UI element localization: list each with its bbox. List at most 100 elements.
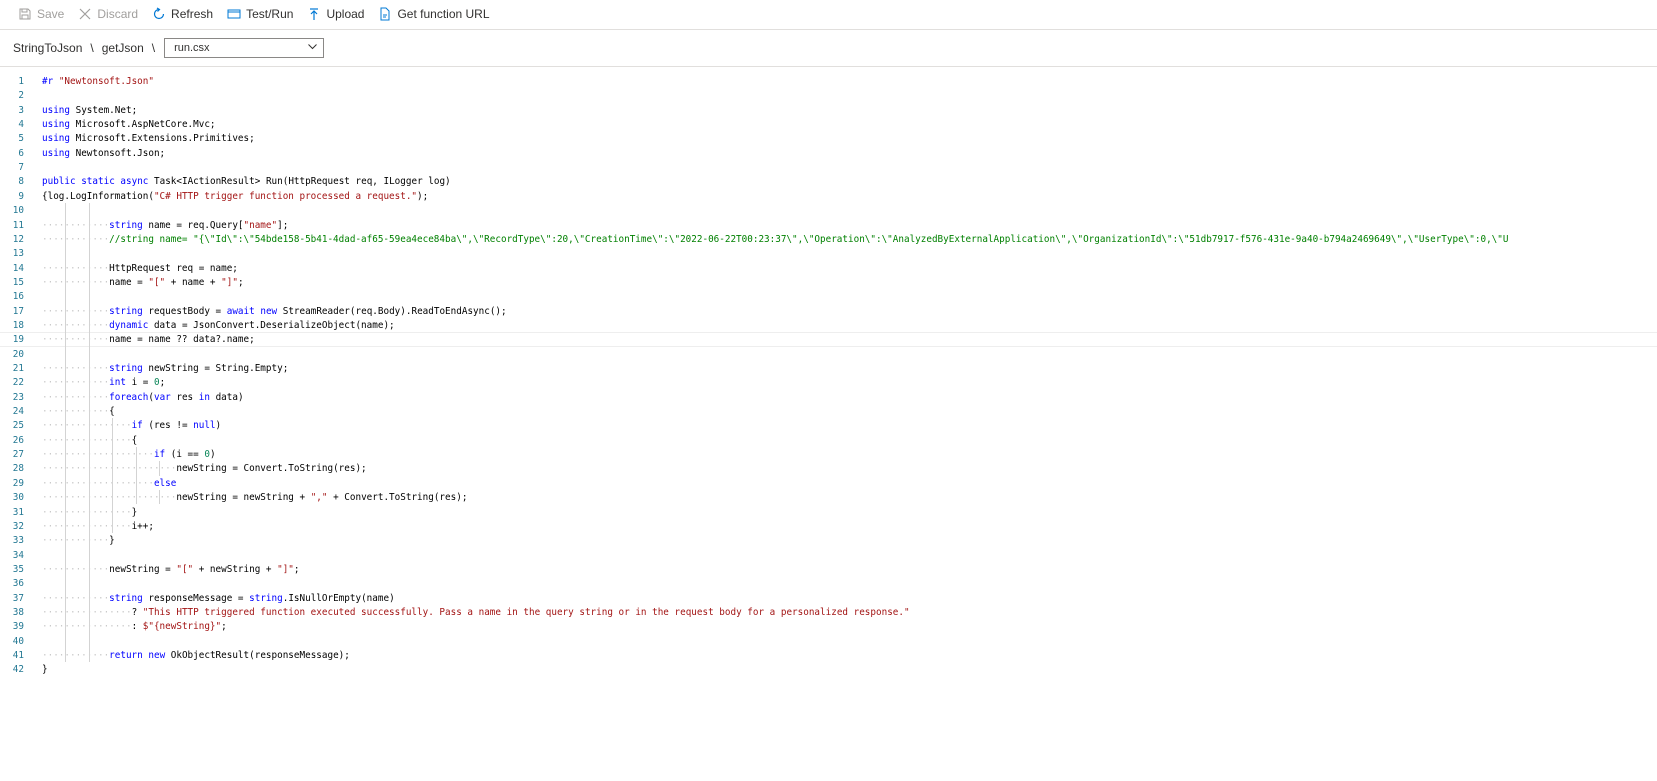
save-label: Save bbox=[37, 7, 65, 21]
code-line[interactable]: 7 bbox=[0, 160, 1657, 175]
line-number: 19 bbox=[12, 334, 24, 346]
code-line[interactable]: 12 ············//string name= "{\"Id\":\"… bbox=[0, 232, 1657, 247]
code-text: ············string requestBody = await n… bbox=[42, 305, 507, 317]
line-number: 28 bbox=[12, 463, 24, 475]
code-line[interactable]: 39 ················: $"{newString}"; bbox=[0, 619, 1657, 634]
close-icon bbox=[78, 7, 92, 21]
line-number: 7 bbox=[18, 162, 24, 174]
code-text: ············{ bbox=[42, 406, 115, 418]
code-text: ············foreach(var res in data) bbox=[42, 391, 244, 403]
indent-guide bbox=[88, 203, 90, 663]
line-number: 12 bbox=[12, 233, 24, 245]
code-line[interactable]: 36 bbox=[0, 576, 1657, 591]
line-number: 9 bbox=[18, 190, 24, 202]
upload-button[interactable]: Upload bbox=[307, 2, 364, 26]
code-line[interactable]: 15 ············name = "[" + name + "]"; bbox=[0, 275, 1657, 290]
code-line[interactable]: 27 ····················if (i == 0) bbox=[0, 447, 1657, 462]
code-text: using System.Net; bbox=[42, 104, 138, 116]
refresh-label: Refresh bbox=[171, 7, 214, 21]
code-line[interactable]: 4 using Microsoft.AspNetCore.Mvc; bbox=[0, 117, 1657, 132]
line-number: 10 bbox=[12, 205, 24, 217]
code-text: ············newString = "[" + newString … bbox=[42, 563, 300, 575]
code-editor[interactable]: 1 #r "Newtonsoft.Json" 2 3 using System.Net;… bbox=[0, 74, 1657, 714]
code-line[interactable]: 35 ············newString = "[" + newStrin… bbox=[0, 562, 1657, 577]
code-line[interactable]: 3 using System.Net; bbox=[0, 103, 1657, 118]
line-number: 2 bbox=[18, 90, 24, 102]
chevron-down-icon bbox=[307, 41, 318, 55]
code-line[interactable]: 25 ················if (res != null) bbox=[0, 418, 1657, 433]
line-number: 36 bbox=[12, 578, 24, 590]
breadcrumb-app[interactable]: StringToJson bbox=[13, 41, 82, 55]
code-line[interactable]: 1 #r "Newtonsoft.Json" bbox=[0, 74, 1657, 89]
line-number: 15 bbox=[12, 276, 24, 288]
line-number: 16 bbox=[12, 291, 24, 303]
code-text: ························newString = Conv… bbox=[42, 463, 367, 475]
code-line[interactable]: 11 ············string name = req.Query["n… bbox=[0, 218, 1657, 233]
line-number: 33 bbox=[12, 535, 24, 547]
code-text: ············name = name ?? data?.name; bbox=[42, 334, 255, 346]
code-line[interactable]: 17 ············string requestBody = await… bbox=[0, 304, 1657, 319]
code-line[interactable]: 18 ············dynamic data = JsonConvert… bbox=[0, 318, 1657, 333]
save-icon bbox=[18, 7, 32, 21]
code-line[interactable]: 34 bbox=[0, 548, 1657, 563]
line-number: 39 bbox=[12, 621, 24, 633]
code-text: #r "Newtonsoft.Json" bbox=[42, 76, 154, 87]
code-text: ············} bbox=[42, 535, 115, 547]
line-number: 20 bbox=[12, 348, 24, 360]
code-line[interactable]: 13 bbox=[0, 246, 1657, 261]
code-line[interactable]: 10 bbox=[0, 203, 1657, 218]
code-text: ················if (res != null) bbox=[42, 420, 222, 432]
breadcrumb-function[interactable]: getJson bbox=[102, 41, 144, 55]
code-line[interactable]: 14 ············HttpRequest req = name; bbox=[0, 261, 1657, 276]
indent-guide bbox=[135, 447, 137, 505]
code-line[interactable]: 37 ············string responseMessage = s… bbox=[0, 591, 1657, 606]
code-text: ················? "This HTTP triggered f… bbox=[42, 606, 910, 618]
code-line[interactable]: 9 {log.LogInformation("C# HTTP trigger fu… bbox=[0, 189, 1657, 204]
breadcrumb-separator: \ bbox=[151, 41, 156, 55]
code-line[interactable]: 41 ············return new OkObjectResult(… bbox=[0, 648, 1657, 663]
code-line[interactable]: 2 bbox=[0, 88, 1657, 103]
file-dropdown-value: run.csx bbox=[174, 42, 210, 54]
file-dropdown[interactable]: run.csx bbox=[164, 38, 325, 58]
code-line[interactable]: 31 ················} bbox=[0, 505, 1657, 520]
indent-guide bbox=[159, 490, 160, 505]
save-button[interactable]: Save bbox=[18, 2, 64, 26]
code-line[interactable]: 20 bbox=[0, 347, 1657, 362]
line-number: 24 bbox=[12, 406, 24, 418]
line-number: 3 bbox=[18, 104, 24, 116]
code-line[interactable]: 19 ············name = name ?? data?.name; bbox=[0, 332, 1657, 348]
code-line[interactable]: 40 bbox=[0, 634, 1657, 649]
code-line[interactable]: 16 bbox=[0, 289, 1657, 304]
discard-label: Discard bbox=[97, 7, 139, 21]
code-line[interactable]: 23 ············foreach(var res in data) bbox=[0, 390, 1657, 405]
code-line[interactable]: 21 ············string newString = String.… bbox=[0, 361, 1657, 376]
upload-icon bbox=[307, 7, 321, 21]
upload-label: Upload bbox=[326, 7, 365, 21]
line-number: 30 bbox=[12, 492, 24, 504]
test-run-button[interactable]: Test/Run bbox=[227, 2, 293, 26]
code-text: ············dynamic data = JsonConvert.D… bbox=[42, 319, 395, 331]
code-line[interactable]: 22 ············int i = 0; bbox=[0, 375, 1657, 390]
refresh-button[interactable]: Refresh bbox=[152, 2, 213, 26]
line-number: 41 bbox=[12, 650, 24, 661]
code-line[interactable]: 24 ············{ bbox=[0, 404, 1657, 419]
get-function-url-button[interactable]: Get function URL bbox=[378, 2, 490, 26]
discard-button[interactable]: Discard bbox=[78, 2, 138, 26]
code-line[interactable]: 5 using Microsoft.Extensions.Primitives; bbox=[0, 131, 1657, 146]
code-line[interactable]: 6 using Newtonsoft.Json; bbox=[0, 146, 1657, 161]
code-line[interactable]: 28 ························newString = Co… bbox=[0, 461, 1657, 476]
code-line[interactable]: 32 ················i++; bbox=[0, 519, 1657, 534]
code-line[interactable]: 30 ························newString = ne… bbox=[0, 490, 1657, 505]
code-line[interactable]: 38 ················? "This HTTP triggered… bbox=[0, 605, 1657, 620]
code-line[interactable]: 42} bbox=[0, 662, 1657, 677]
code-text: using Microsoft.Extensions.Primitives; bbox=[42, 133, 255, 145]
line-number: 42 bbox=[12, 664, 24, 676]
code-line[interactable]: 8 public static async Task<IActionResult>… bbox=[0, 174, 1657, 189]
code-text: ····················if (i == 0) bbox=[42, 449, 216, 461]
code-text: ················: $"{newString}"; bbox=[42, 621, 227, 633]
code-line[interactable]: 33 ············} bbox=[0, 533, 1657, 548]
code-line[interactable]: 29 ····················else bbox=[0, 476, 1657, 491]
code-text: using Microsoft.AspNetCore.Mvc; bbox=[42, 119, 216, 131]
code-line[interactable]: 26 ················{ bbox=[0, 433, 1657, 448]
code-text: ············int i = 0; bbox=[42, 377, 166, 389]
